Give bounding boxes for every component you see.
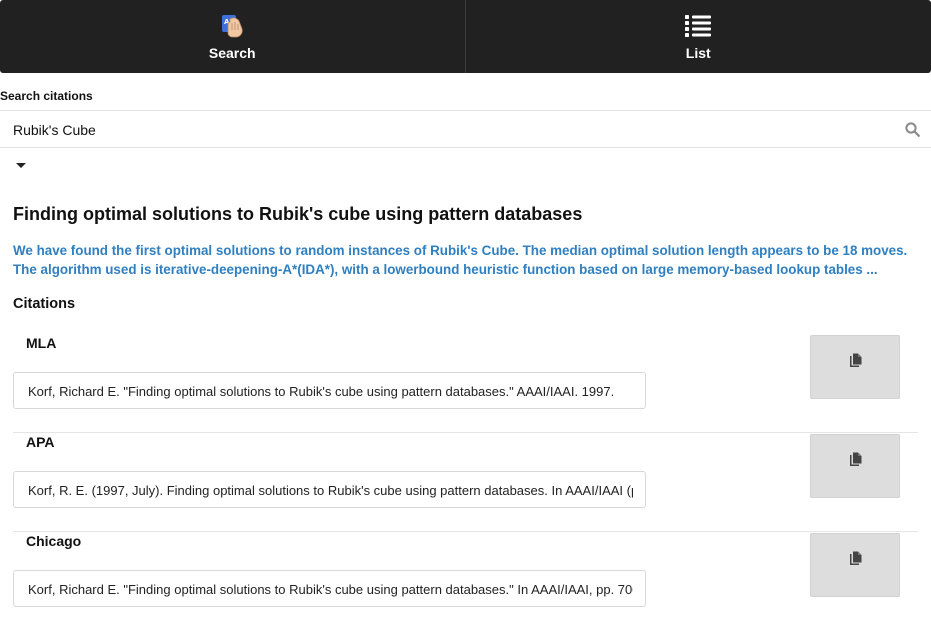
citation-field	[13, 471, 646, 508]
tab-list[interactable]: List	[466, 0, 931, 73]
copy-icon	[849, 452, 862, 472]
tab-search-label: Search	[208, 45, 256, 61]
citation-text-input[interactable]	[28, 382, 633, 400]
citation-style-label: APA	[26, 434, 55, 450]
citation-block-chicago: Chicago	[13, 532, 918, 619]
tab-list-label: List	[685, 45, 711, 61]
citation-text-input[interactable]	[28, 481, 633, 499]
citations-heading: Citations	[13, 296, 76, 312]
copy-icon	[849, 551, 862, 571]
magnifier-icon[interactable]	[905, 122, 920, 142]
citation-style-label: Chicago	[26, 533, 82, 549]
copy-icon	[849, 353, 862, 373]
citation-block-mla: MLA	[13, 334, 918, 433]
search-box	[0, 110, 931, 148]
search-label: Search citations	[0, 89, 93, 103]
citation-field	[13, 372, 646, 409]
tab-search[interactable]: A Search	[0, 0, 466, 73]
top-nav-bar: A Search List	[0, 0, 931, 73]
citation-text-input[interactable]	[28, 580, 633, 598]
result-abstract[interactable]: We have found the first optimal solution…	[13, 241, 918, 279]
result-title: Finding optimal solutions to Rubik's cub…	[13, 204, 583, 224]
caret-down-icon[interactable]	[16, 163, 26, 168]
search-hand-icon: A	[219, 13, 245, 39]
copy-button[interactable]	[810, 533, 900, 597]
citation-style-label: MLA	[26, 335, 57, 351]
copy-button[interactable]	[810, 335, 900, 399]
copy-button[interactable]	[810, 434, 900, 498]
search-input[interactable]	[13, 120, 873, 140]
citation-field	[13, 570, 646, 607]
list-icon	[685, 13, 712, 39]
citation-block-apa: APA	[13, 433, 918, 532]
